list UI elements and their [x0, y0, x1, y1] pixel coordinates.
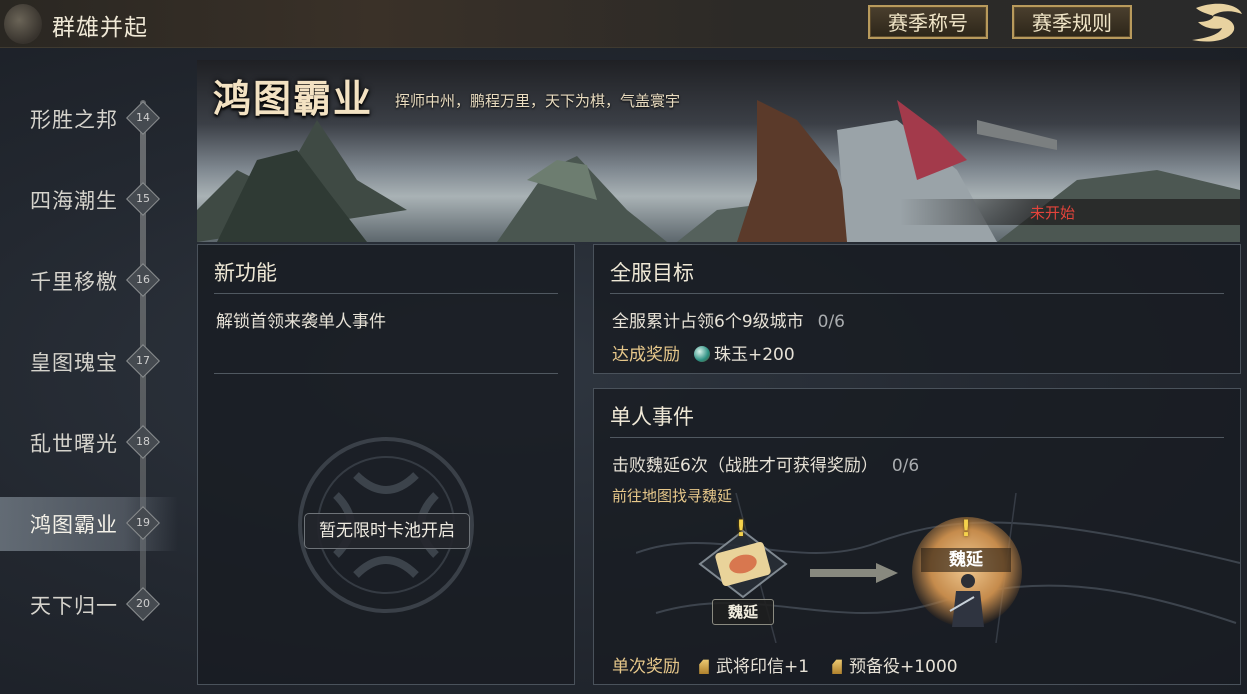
alert-icon: ! [736, 517, 747, 542]
arrow-right-icon [810, 563, 898, 583]
timeline-node-number: 15 [136, 192, 150, 205]
card-pool-button[interactable]: 暂无限时卡池开启 [304, 513, 470, 549]
server-goal-header: 全服目标 [610, 261, 694, 285]
hero-name: 魏延 [921, 548, 1011, 572]
timeline-item[interactable]: 千里移檄 16 [0, 254, 178, 308]
timeline-node-number: 14 [136, 111, 150, 124]
solo-event-header: 单人事件 [610, 405, 694, 429]
reward-label: 单次奖励 [612, 657, 680, 677]
timeline-node-icon: 17 [126, 344, 160, 378]
scroll-node-label: 魏延 [712, 599, 774, 625]
status-badge: 未开始 [900, 199, 1240, 225]
server-goal-panel: 全服目标 全服累计占领6个9级城市 0/6 达成奖励 珠玉+200 [593, 244, 1241, 374]
timeline-item[interactable]: 鸿图霸业 19 [0, 497, 178, 551]
timeline-item[interactable]: 天下归一 20 [0, 578, 178, 632]
timeline-item[interactable]: 四海潮生 15 [0, 173, 178, 227]
timeline-node-number: 18 [136, 435, 150, 448]
timeline-item[interactable]: 形胜之邦 14 [0, 92, 178, 146]
timeline-item-label: 天下归一 [30, 594, 118, 618]
dragon-logo-icon [1192, 3, 1242, 42]
timeline-item[interactable]: 乱世曙光 18 [0, 416, 178, 470]
season-emblem-icon [4, 4, 42, 44]
season-rules-button[interactable]: 赛季规则 [1012, 5, 1132, 39]
reward-label: 达成奖励 [612, 345, 680, 365]
timeline-item-label: 乱世曙光 [30, 432, 118, 456]
timeline-node-number: 17 [136, 354, 150, 367]
timeline-node-icon: 15 [126, 182, 160, 216]
timeline-item[interactable]: 皇图瑰宝 17 [0, 335, 178, 389]
goal-description: 全服累计占领6个9级城市 [612, 312, 804, 332]
timeline-item-label: 千里移檄 [30, 270, 118, 294]
reward-value: 武将印信+1 [716, 657, 810, 677]
seal-icon [699, 659, 709, 674]
timeline-item-label: 鸿图霸业 [30, 513, 118, 537]
timeline-node-icon: 19 [126, 506, 160, 540]
goal-progress: 0/6 [817, 312, 845, 332]
reward-value: 预备役+1000 [849, 657, 958, 677]
status-text: 未开始 [1030, 204, 1076, 222]
server-goal-text: 全服累计占领6个9级城市 0/6 [612, 307, 845, 332]
alert-icon: ! [961, 517, 972, 542]
divider [214, 373, 558, 374]
timeline-node-icon: 18 [126, 425, 160, 459]
reward-value: 珠玉+200 [714, 345, 795, 365]
new-feature-header: 新功能 [214, 261, 277, 285]
timeline-node-number: 19 [136, 516, 150, 529]
season-subtitle: 挥师中州，鹏程万里，天下为棋，气盖寰宇 [395, 92, 681, 110]
timeline-node-icon: 16 [126, 263, 160, 297]
season-name: 鸿图霸业 [213, 76, 374, 121]
solo-goal-text: 击败魏延6次（战胜才可获得奖励） 0/6 [612, 451, 919, 476]
new-feature-panel: 新功能 解锁首领来袭单人事件 暂无限时卡池开启 [197, 244, 575, 685]
goal-description: 击败魏延6次（战胜才可获得奖励） [612, 456, 878, 476]
new-feature-item: 解锁首领来袭单人事件 [216, 312, 386, 332]
timeline-node-number: 20 [136, 597, 150, 610]
goal-progress: 0/6 [891, 456, 920, 476]
timeline-item-label: 形胜之邦 [30, 108, 118, 132]
solo-reward: 单次奖励 武将印信+1 预备役+1000 [612, 652, 958, 677]
timeline-node-icon: 20 [126, 587, 160, 621]
page-title: 群雄并起 [52, 15, 148, 41]
top-bar: 群雄并起 赛季称号 赛季规则 [0, 0, 1247, 48]
general-figure-icon [949, 574, 984, 627]
season-title-button[interactable]: 赛季称号 [868, 5, 988, 39]
divider [610, 437, 1224, 438]
timeline-node-icon: 14 [126, 101, 160, 135]
pearl-icon [694, 346, 710, 362]
season-banner: 鸿图霸业 挥师中州，鹏程万里，天下为棋，气盖寰宇 未开始 [197, 60, 1240, 242]
divider [214, 293, 558, 294]
timeline-item-label: 皇图瑰宝 [30, 351, 118, 375]
timeline-item-label: 四海潮生 [30, 189, 118, 213]
server-reward: 达成奖励 珠玉+200 [612, 340, 795, 365]
solo-event-panel: 单人事件 击败魏延6次（战胜才可获得奖励） 0/6 前往地图找寻魏延 ! 魏延 !… [593, 388, 1241, 685]
timeline-node-number: 16 [136, 273, 150, 286]
divider [610, 293, 1224, 294]
reserve-icon [832, 659, 842, 674]
